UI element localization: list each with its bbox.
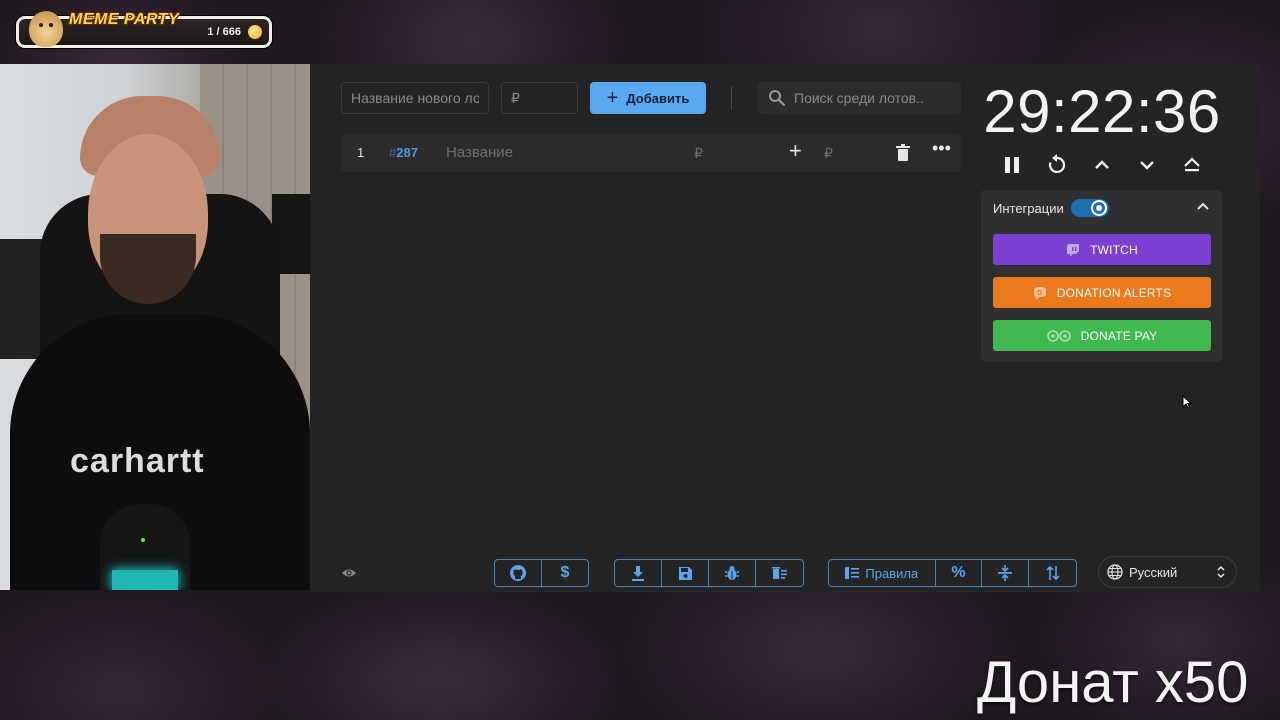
donate-pay-label: DONATE PAY	[1080, 328, 1158, 343]
settings-button-group: Правила %	[828, 559, 1077, 587]
timer-controls	[990, 152, 1214, 178]
language-label: Русский	[1129, 564, 1178, 580]
plus-icon: +	[606, 87, 619, 109]
twitch-integration-button[interactable]: TWITCH	[993, 234, 1211, 265]
percent-icon: %	[951, 564, 966, 581]
donate-pay-button[interactable]: DONATE PAY	[993, 320, 1211, 351]
badge-counter: 1 / 666	[207, 26, 241, 38]
globe-icon	[1107, 564, 1123, 580]
github-button[interactable]	[495, 560, 542, 586]
auction-timer: 29:22:36	[983, 78, 1221, 145]
lot-id-value: 287	[396, 145, 418, 160]
github-icon	[510, 565, 526, 581]
more-options-icon[interactable]: •••	[932, 138, 951, 159]
rules-label: Правила	[865, 565, 919, 581]
lot-id[interactable]: #287	[389, 145, 418, 160]
delete-list-icon	[771, 567, 787, 579]
badge-brand: MEME PARTY	[69, 11, 180, 28]
select-arrows-icon	[1217, 565, 1225, 579]
save-icon	[678, 566, 692, 580]
links-button-group: $	[494, 559, 589, 587]
sort-button[interactable]	[1029, 560, 1076, 586]
donation-alerts-icon: D	[1033, 286, 1046, 300]
donate-pay-icon	[1046, 329, 1071, 342]
auction-app: + Добавить 1 #287 Название ₽ + ₽ ••• 29:…	[310, 64, 1260, 592]
sort-icon	[1046, 565, 1060, 581]
split-icon	[998, 565, 1013, 581]
donation-alerts-label: DONATION ALERTS	[1056, 285, 1172, 300]
shirt-logo: carhartt	[70, 442, 205, 480]
twitch-label: TWITCH	[1090, 242, 1138, 257]
lot-row: 1 #287 Название ₽ + ₽ •••	[341, 134, 961, 172]
pause-icon[interactable]	[999, 152, 1025, 178]
doge-avatar-icon	[29, 11, 63, 47]
donate-dollar-button[interactable]: $	[542, 560, 588, 586]
save-button[interactable]	[662, 560, 709, 586]
percent-button[interactable]: %	[936, 560, 983, 586]
integrations-toggle[interactable]	[1071, 199, 1109, 217]
lot-add-amount-icon[interactable]: +	[789, 140, 802, 162]
new-lot-price-input[interactable]	[501, 82, 578, 114]
coin-icon	[248, 25, 262, 39]
rules-icon	[845, 567, 860, 579]
integrations-panel: Интеграции TWITCH D DONATION ALERTS DONA…	[981, 190, 1222, 362]
add-lot-button[interactable]: + Добавить	[590, 82, 706, 114]
bug-icon	[725, 566, 739, 580]
lot-search-input[interactable]	[757, 82, 961, 114]
donation-alerts-button[interactable]: D DONATION ALERTS	[993, 277, 1211, 308]
search-icon	[769, 90, 786, 107]
mouse-cursor-icon	[1182, 395, 1192, 409]
lot-add-amount-field[interactable]: ₽	[824, 145, 833, 162]
svg-text:D: D	[1037, 290, 1042, 297]
meme-party-badge: MEME PARTY 1 / 666	[16, 11, 272, 48]
add-lot-label: Добавить	[626, 90, 690, 106]
bug-report-button[interactable]	[709, 560, 756, 586]
language-select[interactable]: Русский	[1098, 556, 1237, 588]
split-button[interactable]	[982, 560, 1030, 586]
lot-amount-field[interactable]: ₽	[694, 145, 703, 162]
chevron-down-icon[interactable]	[1134, 152, 1160, 178]
new-lot-name-input[interactable]	[341, 82, 489, 114]
integrations-title: Интеграции	[993, 201, 1064, 216]
collapse-chevron-icon[interactable]	[1196, 200, 1210, 214]
lot-name-field[interactable]: Название	[446, 144, 513, 161]
data-button-group	[614, 559, 804, 587]
donation-multiplier-caption: Донат x50	[977, 650, 1249, 715]
twitch-icon	[1067, 243, 1080, 256]
reset-icon[interactable]	[1044, 152, 1070, 178]
download-button[interactable]	[615, 560, 662, 586]
trash-icon[interactable]	[895, 144, 911, 162]
rules-button[interactable]: Правила	[829, 560, 936, 586]
download-icon	[632, 566, 644, 581]
toolbar-divider	[731, 86, 732, 110]
webcam-feed: carhartt	[0, 64, 310, 590]
eye-icon[interactable]	[341, 565, 357, 581]
dollar-icon: $	[560, 564, 570, 581]
eject-icon[interactable]	[1179, 152, 1205, 178]
chevron-up-icon[interactable]	[1089, 152, 1115, 178]
lot-number: 1	[357, 145, 365, 160]
clear-lots-button[interactable]	[756, 560, 803, 586]
